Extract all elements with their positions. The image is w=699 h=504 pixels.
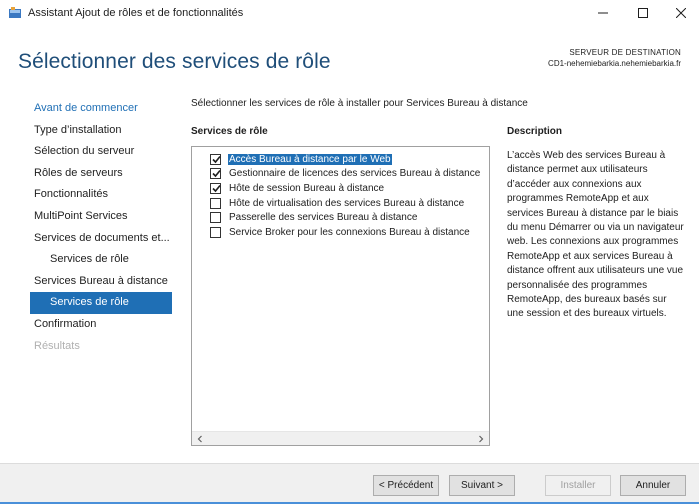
nav-item-resultats: Résultats <box>34 339 80 352</box>
role-checkbox[interactable] <box>210 226 221 238</box>
nav-item-services-bureau-distance[interactable]: Services Bureau à distance <box>30 271 172 293</box>
minimize-icon <box>598 8 608 21</box>
destination-label: SERVEUR DE DESTINATION <box>569 48 681 57</box>
roles-heading: Services de rôle <box>191 126 268 137</box>
horizontal-scrollbar[interactable] <box>192 431 489 445</box>
minimize-button[interactable] <box>586 0 620 28</box>
nav-item-services-de-role-documents[interactable]: Services de rôle <box>30 249 172 271</box>
role-service-label: Hôte de session Bureau à distance <box>229 182 385 194</box>
wizard-header: Sélectionner des services de rôle SERVEU… <box>0 28 699 90</box>
close-button[interactable] <box>664 0 698 28</box>
role-service-row[interactable]: Service Broker pour les connexions Burea… <box>210 225 489 240</box>
role-service-label: Accès Bureau à distance par le Web <box>228 153 392 165</box>
role-checkbox[interactable] <box>210 182 221 194</box>
nav-item-services-de-role-active[interactable]: Services de rôle <box>30 292 172 314</box>
window-title: Assistant Ajout de rôles et de fonctionn… <box>28 7 244 19</box>
role-service-row[interactable]: Accès Bureau à distance par le Web <box>210 152 489 167</box>
page-title: Sélectionner des services de rôle <box>18 50 331 73</box>
scroll-right-icon[interactable] <box>475 433 487 445</box>
close-icon <box>675 7 687 21</box>
wizard-navigation: Avant de commencer Type d’installation S… <box>30 98 172 357</box>
role-service-label: Gestionnaire de licences des services Bu… <box>229 168 481 180</box>
window-titlebar: Assistant Ajout de rôles et de fonctionn… <box>0 0 699 28</box>
nav-item-type-installation[interactable]: Type d’installation <box>30 120 172 142</box>
role-checkbox[interactable] <box>210 197 221 209</box>
role-service-row[interactable]: Passerelle des services Bureau à distanc… <box>210 210 489 225</box>
install-button: Installer <box>545 475 611 496</box>
description-heading: Description <box>507 126 563 137</box>
server-manager-icon <box>8 6 22 20</box>
intro-text: Sélectionner les services de rôle à inst… <box>191 98 528 109</box>
role-services-list[interactable]: Accès Bureau à distance par le Web Gestio… <box>191 146 490 446</box>
cancel-button[interactable]: Annuler <box>620 475 686 496</box>
maximize-icon <box>638 7 648 21</box>
nav-item-selection-serveur[interactable]: Sélection du serveur <box>30 141 172 163</box>
checkmark-icon <box>212 184 221 193</box>
wizard-footer: < Précédent Suivant > Installer Annuler <box>0 463 699 504</box>
nav-item-services-documents[interactable]: Services de documents et... <box>30 228 172 250</box>
role-checkbox[interactable] <box>210 153 221 165</box>
maximize-button[interactable] <box>626 0 660 28</box>
nav-item-roles-serveurs[interactable]: Rôles de serveurs <box>30 163 172 185</box>
role-service-label: Passerelle des services Bureau à distanc… <box>229 212 418 224</box>
nav-item-avant-de-commencer[interactable]: Avant de commencer <box>30 98 172 120</box>
role-service-row[interactable]: Gestionnaire de licences des services Bu… <box>210 167 489 182</box>
role-service-row[interactable]: Hôte de session Bureau à distance <box>210 181 489 196</box>
role-service-label: Hôte de virtualisation des services Bure… <box>229 197 465 209</box>
role-checkbox[interactable] <box>210 168 221 180</box>
previous-button[interactable]: < Précédent <box>373 475 439 496</box>
role-service-row[interactable]: Hôte de virtualisation des services Bure… <box>210 196 489 211</box>
role-service-label: Service Broker pour les connexions Burea… <box>229 226 470 238</box>
role-services-items: Accès Bureau à distance par le Web Gestio… <box>210 152 489 240</box>
description-text: L’accès Web des services Bureau à distan… <box>507 150 684 320</box>
destination-server: CD1-nehemiebarkia.nehemiebarkia.fr <box>548 59 681 68</box>
scroll-left-icon[interactable] <box>194 433 206 445</box>
checkmark-icon <box>212 170 221 178</box>
nav-item-multipoint-services[interactable]: MultiPoint Services <box>30 206 172 228</box>
next-button[interactable]: Suivant > <box>449 475 515 496</box>
nav-item-confirmation[interactable]: Confirmation <box>30 314 172 336</box>
role-checkbox[interactable] <box>210 212 221 224</box>
checkmark-icon <box>212 155 221 163</box>
nav-item-fonctionnalites[interactable]: Fonctionnalités <box>30 184 172 206</box>
